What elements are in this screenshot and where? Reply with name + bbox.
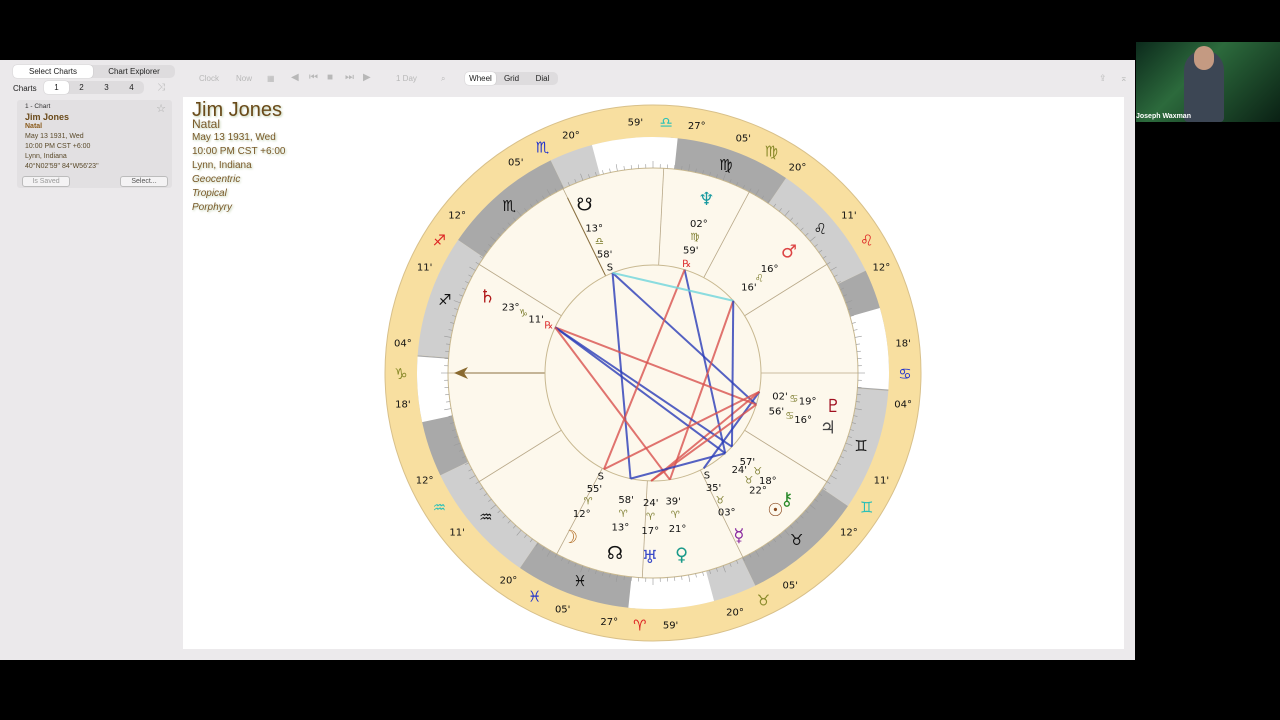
tab-grid[interactable]: Grid (496, 72, 527, 85)
shuffle-icon[interactable]: ⤨ (157, 82, 165, 93)
chart-info: Jim Jones Natal May 13 1931, Wed 10:00 P… (192, 99, 286, 215)
favorite-star-icon[interactable]: ☆ (156, 102, 166, 115)
chart-slot-3[interactable]: 3 (94, 81, 119, 94)
video-thumbnail: Joseph Waxman (1136, 42, 1280, 122)
participant-name: Joseph Waxman (1136, 113, 1191, 120)
chart-slot-2[interactable]: 2 (69, 81, 94, 94)
chart-card[interactable]: 1 - Chart ☆ Jim Jones Natal May 13 1931,… (17, 100, 172, 188)
charts-label: Charts (13, 84, 37, 93)
is-saved-button[interactable]: Is Saved (22, 176, 70, 187)
chart-house-system: Porphyry (192, 202, 233, 213)
card-type: Natal (25, 123, 43, 130)
share-icon[interactable]: ⇪ (1099, 73, 1107, 84)
card-name: Jim Jones (25, 112, 70, 122)
tab-dial[interactable]: Dial (527, 72, 558, 85)
select-button[interactable]: Select... (120, 176, 168, 187)
stop-icon[interactable]: ■ (327, 72, 333, 83)
card-place: Lynn, Indiana (25, 153, 67, 160)
clock-button[interactable]: Clock (199, 74, 219, 83)
calendar-icon[interactable]: ▦ (267, 74, 275, 83)
chart-place: Lynn, Indiana (192, 160, 252, 171)
now-button[interactable]: Now (236, 74, 252, 83)
skip-back-icon[interactable]: ⏮ (309, 72, 318, 83)
tab-select-charts[interactable]: Select Charts (13, 65, 93, 78)
tab-wheel[interactable]: Wheel (465, 72, 496, 85)
search-icon[interactable]: ⌕ (441, 74, 445, 84)
card-date: May 13 1931, Wed (25, 133, 84, 140)
toolbar: Clock Now ▦ ◀ ⏮ ■ ⏭ ▶ 1 Day ⌕ Wheel Grid… (185, 62, 1135, 96)
card-coords: 40°N02'59" 84°W56'23" (25, 163, 99, 170)
step-size-field[interactable]: 1 Day (396, 74, 417, 83)
chart-time: 10:00 PM CST +6:00 (192, 146, 286, 157)
step-forward-icon[interactable]: ▶ (363, 72, 371, 83)
chart-name: Jim Jones (192, 99, 283, 121)
chart-slot-1[interactable]: 1 (44, 81, 69, 94)
view-tabs: Wheel Grid Dial (465, 72, 558, 85)
chart-slot-selector: 1 2 3 4 (44, 81, 144, 94)
chart-date: May 13 1931, Wed (192, 132, 276, 143)
skip-forward-icon[interactable]: ⏭ (345, 72, 354, 83)
chart-slot-4[interactable]: 4 (119, 81, 144, 94)
chart-zodiac: Tropical (192, 188, 227, 199)
chart-perspective: Geocentric (192, 174, 241, 185)
card-number: 1 - Chart (25, 103, 51, 110)
pin-icon[interactable]: ⌅ (1120, 73, 1128, 84)
participant-head (1194, 46, 1214, 70)
sidebar: Select Charts Chart Explorer Charts 1 2 … (0, 60, 180, 660)
step-back-icon[interactable]: ◀ (291, 72, 299, 83)
card-time: 10:00 PM CST +6:00 (25, 143, 91, 150)
tab-chart-explorer[interactable]: Chart Explorer (93, 65, 175, 78)
astrology-app: Select Charts Chart Explorer Charts 1 2 … (0, 60, 1135, 660)
chart-canvas: Jim Jones Natal May 13 1931, Wed 10:00 P… (183, 97, 1124, 649)
sidebar-tabs: Select Charts Chart Explorer (13, 65, 175, 78)
